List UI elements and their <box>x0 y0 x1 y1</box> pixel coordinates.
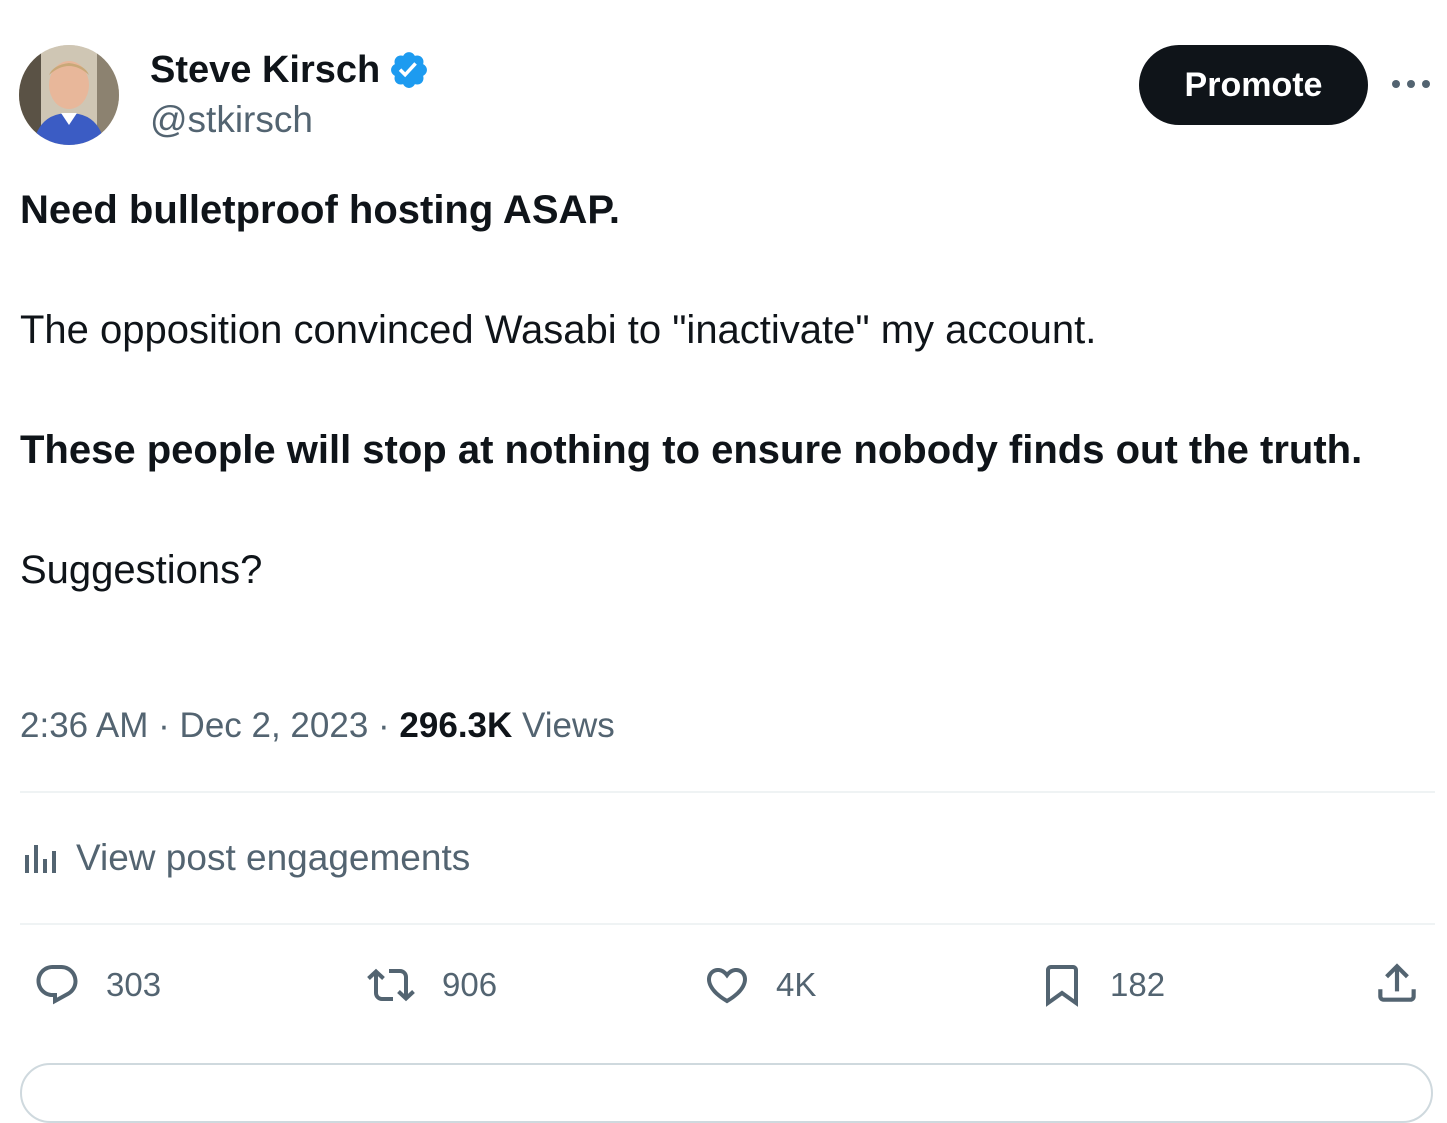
divider <box>20 791 1435 793</box>
author-name[interactable]: Steve Kirsch <box>150 46 430 94</box>
post-paragraph: Suggestions? <box>20 548 263 592</box>
post-date[interactable]: Dec 2, 2023 <box>180 706 369 745</box>
meta-separator: · <box>158 706 170 745</box>
post-paragraph: Need bulletproof hosting ASAP. <box>20 188 621 232</box>
repost-icon <box>367 968 415 1002</box>
post-paragraph: These people will stop at nothing to ens… <box>20 428 1363 472</box>
bookmark-button[interactable]: 182 <box>1038 955 1165 1015</box>
post-text: Need bulletproof hosting ASAP. The oppos… <box>20 180 1420 600</box>
reply-compose-box[interactable] <box>20 1063 1433 1123</box>
like-button[interactable]: 4K <box>702 955 816 1015</box>
views-label: Views <box>522 706 615 745</box>
repost-button[interactable]: 906 <box>364 955 497 1015</box>
repost-count: 906 <box>442 966 498 1003</box>
post-meta: 2:36 AM · Dec 2, 2023 · 296.3K Views <box>20 702 615 750</box>
avatar[interactable] <box>19 45 119 145</box>
verified-badge-icon[interactable] <box>388 49 430 91</box>
reply-count: 303 <box>106 966 162 1003</box>
reply-button[interactable]: 303 <box>32 955 161 1015</box>
analytics-icon <box>25 845 56 873</box>
author-handle[interactable]: @stkirsch <box>150 96 313 144</box>
bookmark-count: 182 <box>1110 966 1166 1003</box>
more-horizontal-icon[interactable] <box>1390 66 1432 102</box>
meta-separator: · <box>378 706 390 745</box>
reply-icon <box>36 965 78 1005</box>
like-count: 4K <box>776 966 817 1003</box>
bookmark-icon <box>1046 965 1078 1007</box>
views-count: 296.3K <box>399 706 513 745</box>
post-paragraph: The opposition convinced Wasabi to "inac… <box>20 308 1097 352</box>
share-icon[interactable] <box>1372 958 1422 1008</box>
promote-button[interactable]: Promote <box>1139 45 1368 125</box>
post-time[interactable]: 2:36 AM <box>20 706 148 745</box>
like-icon <box>706 968 748 1004</box>
author-name-text[interactable]: Steve Kirsch <box>150 46 380 94</box>
view-post-engagements-button[interactable]: View post engagements <box>22 834 470 882</box>
engagements-label[interactable]: View post engagements <box>76 834 470 882</box>
divider <box>20 923 1435 925</box>
